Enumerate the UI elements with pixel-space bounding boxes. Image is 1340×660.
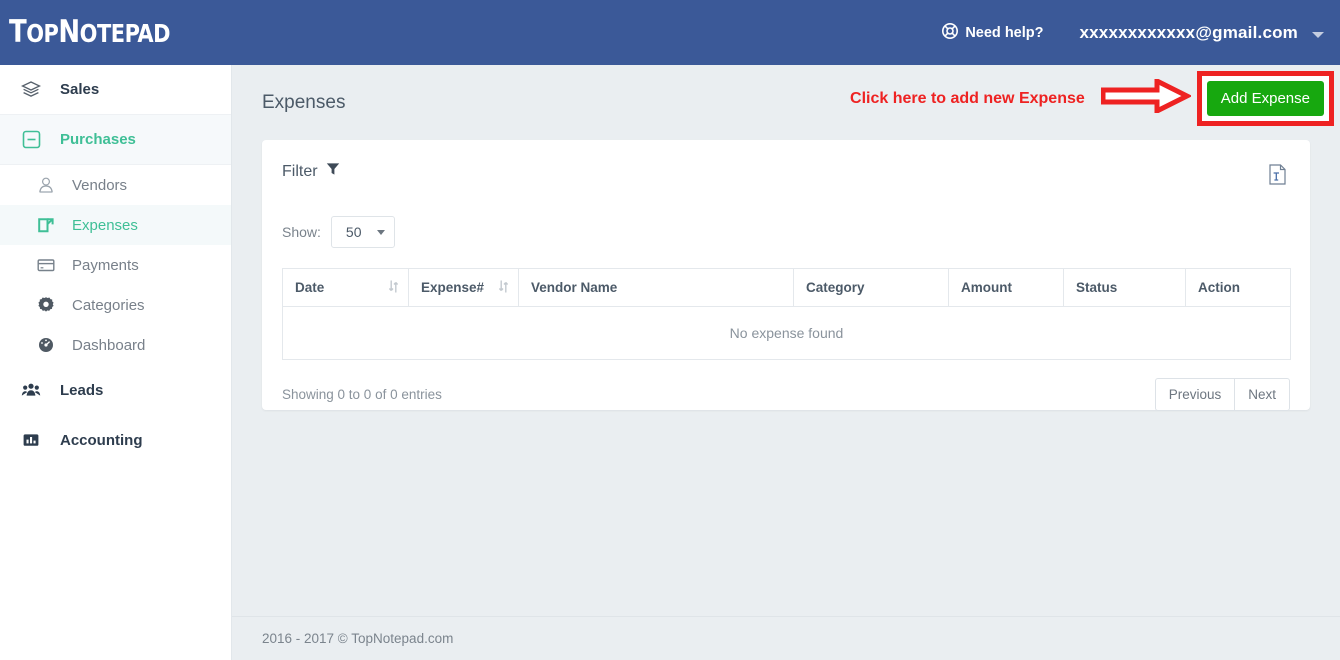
sidebar-item-sales[interactable]: Sales [0, 65, 231, 115]
column-header-amount[interactable]: Amount [949, 269, 1064, 307]
expense-tag-icon [34, 216, 58, 234]
column-header-date[interactable]: Date [283, 269, 409, 307]
sort-icon [499, 279, 508, 296]
column-header-action-label: Action [1198, 280, 1240, 295]
filter-label: Filter [282, 163, 318, 181]
table-footer: Showing 0 to 0 of 0 entries Previous Nex… [282, 378, 1290, 411]
sidebar-item-categories[interactable]: Categories [0, 285, 231, 325]
sidebar-item-dashboard[interactable]: Dashboard [0, 325, 231, 365]
sidebar-item-leads[interactable]: Leads [0, 365, 231, 415]
brand-logo-text: TOPNOTEPAD [9, 14, 170, 50]
filter-toggle[interactable]: Filter [282, 162, 340, 181]
user-email-label[interactable]: xxxxxxxxxxxx@gmail.com [1079, 23, 1298, 43]
brand-logo[interactable]: TOPNOTEPAD [9, 17, 170, 48]
page-header: Expenses Click here to add new Expense A… [232, 65, 1340, 140]
chevron-down-icon [377, 230, 385, 235]
layers-icon [18, 80, 44, 100]
main-content: Expenses Click here to add new Expense A… [232, 65, 1340, 660]
sidebar-item-leads-label: Leads [60, 382, 103, 399]
column-header-vendor-name[interactable]: Vendor Name [519, 269, 794, 307]
sidebar-item-vendors-label: Vendors [72, 177, 127, 194]
speedometer-icon [34, 336, 58, 354]
sidebar-item-expenses-label: Expenses [72, 217, 138, 234]
sidebar-item-accounting-label: Accounting [60, 432, 143, 449]
right-arrow-annotation-icon [1101, 79, 1191, 118]
expenses-table: Date Expense# [282, 268, 1291, 360]
column-header-category[interactable]: Category [794, 269, 949, 307]
page-title: Expenses [262, 92, 345, 114]
sort-icon [389, 279, 398, 296]
column-header-amount-label: Amount [961, 280, 1012, 295]
table-header-row: Date Expense# [283, 269, 1291, 307]
entries-info: Showing 0 to 0 of 0 entries [282, 387, 442, 402]
sidebar-item-vendors[interactable]: Vendors [0, 165, 231, 205]
column-header-vendor-name-label: Vendor Name [531, 280, 617, 295]
column-header-status-label: Status [1076, 280, 1117, 295]
column-header-category-label: Category [806, 280, 865, 295]
sidebar-item-categories-label: Categories [72, 297, 145, 314]
add-expense-highlight-box: Add Expense [1197, 71, 1334, 126]
empty-message: No expense found [283, 307, 1291, 360]
column-header-date-label: Date [295, 280, 324, 295]
sidebar-item-expenses[interactable]: Expenses [0, 205, 231, 245]
need-help-button[interactable]: Need help? [942, 23, 1043, 43]
next-page-button[interactable]: Next [1235, 378, 1290, 411]
column-header-status[interactable]: Status [1064, 269, 1186, 307]
export-file-icon[interactable] [1269, 164, 1286, 190]
top-header-right: Need help? xxxxxxxxxxxx@gmail.com [942, 0, 1324, 65]
show-entries-row: Show: 50 [282, 216, 1290, 248]
chevron-down-icon[interactable] [1312, 32, 1324, 38]
pagination: Previous Next [1155, 378, 1290, 411]
credit-card-icon [34, 256, 58, 274]
add-expense-annotation: Click here to add new Expense Add Expens… [850, 71, 1334, 126]
sidebar-item-accounting[interactable]: Accounting [0, 415, 231, 465]
column-header-expense-number-label: Expense# [421, 280, 484, 295]
expenses-card: Filter Show: 50 [262, 140, 1310, 410]
show-entries-select[interactable]: 50 [331, 216, 395, 248]
users-group-icon [18, 381, 44, 399]
top-header-bar: TOPNOTEPAD Need help? xxxxxxxxxxxx@gmail… [0, 0, 1340, 65]
funnel-icon [326, 162, 340, 181]
sidebar-item-payments-label: Payments [72, 257, 139, 274]
show-entries-value: 50 [346, 224, 362, 240]
show-label: Show: [282, 224, 321, 240]
sidebar: Sales Purchases Vendors [0, 65, 232, 660]
gear-icon [34, 296, 58, 314]
add-expense-button[interactable]: Add Expense [1207, 81, 1324, 116]
column-header-expense-number[interactable]: Expense# [409, 269, 519, 307]
previous-page-button[interactable]: Previous [1155, 378, 1236, 411]
sidebar-item-purchases-label: Purchases [60, 131, 136, 148]
sidebar-item-sales-label: Sales [60, 81, 99, 98]
need-help-label: Need help? [965, 25, 1043, 41]
sidebar-item-dashboard-label: Dashboard [72, 337, 145, 354]
minus-square-icon [18, 130, 44, 149]
annotation-text: Click here to add new Expense [850, 90, 1085, 108]
sidebar-item-purchases[interactable]: Purchases [0, 115, 231, 165]
sidebar-item-payments[interactable]: Payments [0, 245, 231, 285]
page-footer: 2016 - 2017 © TopNotepad.com [232, 616, 1340, 660]
user-silhouette-icon [34, 176, 58, 194]
table-empty-row: No expense found [283, 307, 1291, 360]
life-ring-icon [942, 23, 958, 43]
footer-copyright: 2016 - 2017 © TopNotepad.com [262, 631, 453, 646]
card-header: Filter [282, 162, 1290, 190]
column-header-action[interactable]: Action [1186, 269, 1291, 307]
bar-chart-icon [18, 431, 44, 449]
